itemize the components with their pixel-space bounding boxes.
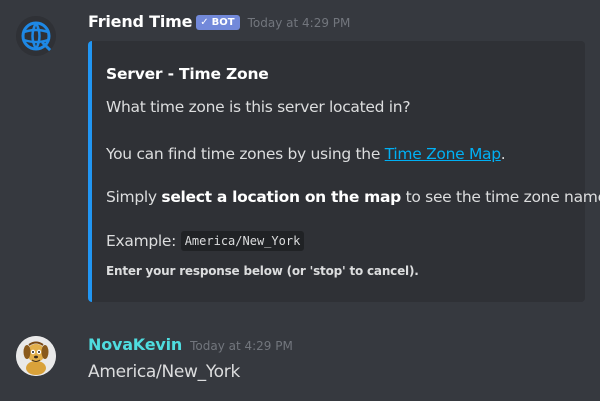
- embed-example-code: America/New_York: [180, 231, 305, 251]
- chat-messages: Friend Time ✓ BOT Today at 4:29 PM Serve…: [0, 0, 600, 401]
- time-zone-map-link[interactable]: Time Zone Map: [385, 145, 501, 163]
- embed-find-suffix: .: [500, 145, 506, 163]
- user-timestamp: Today at 4:29 PM: [190, 339, 293, 353]
- bot-avatar[interactable]: [16, 16, 56, 56]
- embed-simply-line: Simply select a location on the map to s…: [106, 188, 600, 206]
- bot-timestamp: Today at 4:29 PM: [247, 16, 351, 30]
- user-message-text: America/New_York: [88, 362, 240, 382]
- checkmark-icon: ✓: [200, 17, 209, 28]
- embed-find-line: You can find time zones by using the Tim…: [106, 145, 506, 163]
- embed-simply-suffix: to see the time zone name.: [400, 188, 600, 206]
- bot-username[interactable]: Friend Time: [88, 12, 192, 31]
- embed-title: Server - Time Zone: [106, 65, 269, 83]
- embed-example-label: Example:: [106, 232, 181, 250]
- globe-icon: [16, 16, 56, 56]
- embed-footer: Enter your response below (or 'stop' to …: [106, 264, 419, 278]
- embed-card: Server - Time Zone What time zone is thi…: [88, 41, 600, 302]
- embed-simply-bold: select a location on the map: [161, 188, 401, 206]
- cartoon-dog-icon: [16, 336, 56, 376]
- embed-find-prefix: You can find time zones by using the: [106, 145, 385, 163]
- embed-simply-prefix: Simply: [106, 188, 162, 206]
- bot-badge: ✓ BOT: [196, 15, 240, 30]
- bot-message-header: Friend Time ✓ BOT Today at 4:29 PM: [88, 12, 350, 34]
- user-message-header: NovaKevin Today at 4:29 PM: [88, 335, 293, 357]
- embed-example-line: Example: America/New_York: [106, 231, 305, 251]
- embed-question: What time zone is this server located in…: [106, 98, 411, 116]
- user-avatar[interactable]: [16, 336, 56, 376]
- bot-badge-label: BOT: [211, 17, 235, 28]
- user-username[interactable]: NovaKevin: [88, 335, 182, 354]
